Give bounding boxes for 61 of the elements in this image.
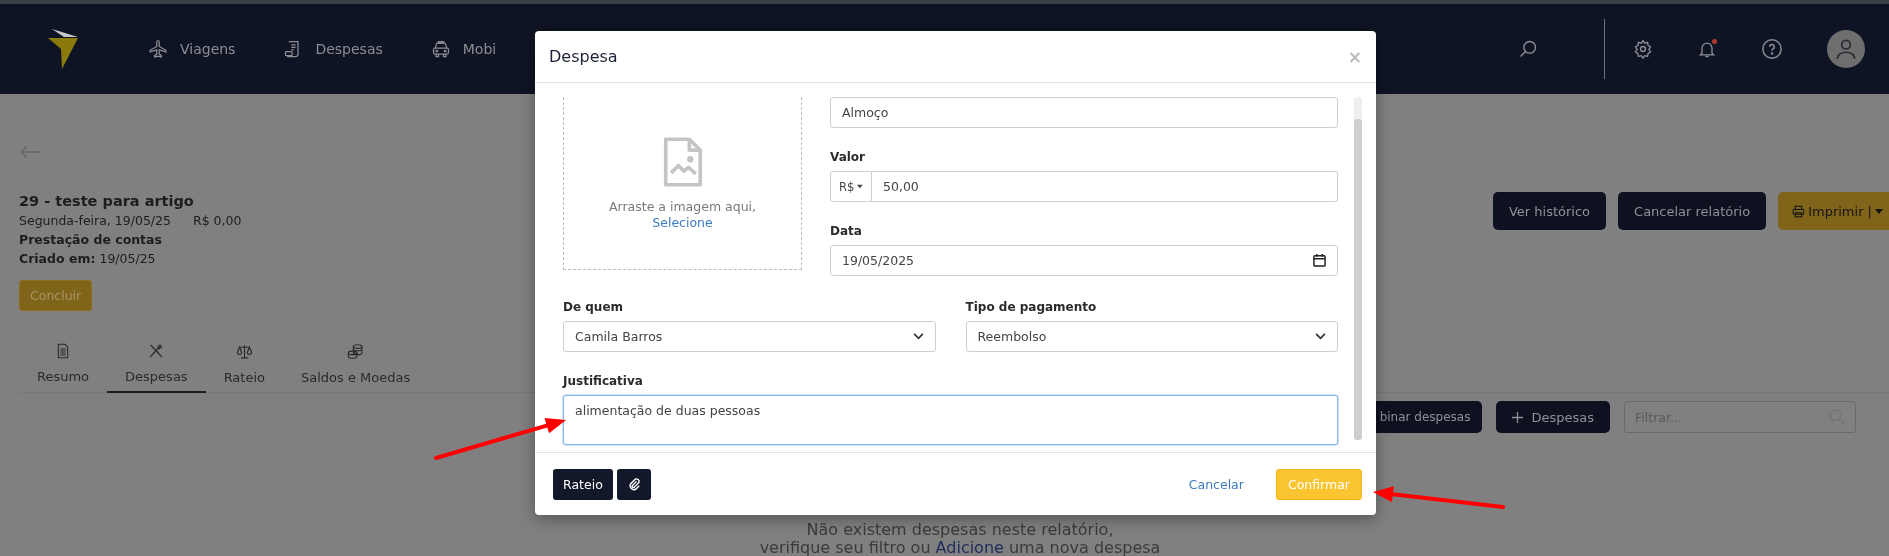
search-icon bbox=[1518, 39, 1538, 59]
description-field[interactable]: Almoço bbox=[830, 97, 1338, 128]
notification-button[interactable] bbox=[1697, 39, 1717, 59]
tab[interactable]: Rateio bbox=[205, 343, 283, 393]
field-label: Data bbox=[830, 224, 863, 238]
caret-icon bbox=[1875, 208, 1883, 214]
calendar-icon bbox=[1313, 254, 1326, 267]
help-button[interactable] bbox=[1761, 38, 1783, 60]
drop-hint: Arraste a imagem aqui, bbox=[609, 198, 756, 215]
attach-button[interactable] bbox=[616, 468, 651, 500]
report-date: Segunda-feira, 19/05/25 bbox=[19, 212, 171, 230]
paperclip-icon bbox=[626, 477, 641, 491]
settings-icon bbox=[1633, 39, 1653, 59]
empty-state-message: Não existem despesas neste relatório, verifique seu filtro ou Adicione uma nova despesa bbox=[758, 521, 1162, 556]
action-button[interactable]: Cancelar relatório bbox=[1618, 192, 1767, 230]
printer-icon bbox=[1792, 204, 1806, 218]
chevron-down-icon bbox=[912, 333, 924, 340]
plane-icon bbox=[148, 39, 168, 59]
justification-field[interactable]: alimentação de duas pessoas bbox=[563, 395, 1338, 445]
report-type: Prestação de contas bbox=[19, 231, 163, 249]
field-label: Valor bbox=[830, 150, 866, 164]
field-label: Tipo de pagamento bbox=[965, 300, 1098, 314]
select-link[interactable]: Selecione bbox=[652, 215, 713, 230]
nav-item[interactable]: Mobi bbox=[430, 39, 497, 59]
tab[interactable]: Resumo bbox=[19, 343, 108, 393]
help-icon bbox=[1761, 38, 1783, 60]
payer-select[interactable]: Camila Barros bbox=[563, 321, 936, 352]
settings-button[interactable] bbox=[1633, 39, 1653, 59]
currency-dropdown[interactable]: R$ bbox=[830, 171, 872, 202]
report-title: 29 - teste para artigo bbox=[19, 192, 195, 211]
chevron-down-icon bbox=[1315, 333, 1326, 340]
amount-field[interactable]: 50,00 bbox=[872, 171, 1338, 202]
date-field[interactable]: 19/05/2025 bbox=[830, 245, 1338, 276]
image-drop-zone[interactable]: Arraste a imagem aqui, Selecione bbox=[563, 97, 802, 270]
field-label: Justificativa bbox=[563, 374, 644, 388]
caret-icon bbox=[857, 184, 863, 189]
logo-icon[interactable] bbox=[48, 29, 78, 69]
payment-type-select[interactable]: Reembolso bbox=[965, 321, 1338, 352]
tab[interactable]: Saldos e Moedas bbox=[283, 343, 429, 393]
avatar-button[interactable] bbox=[1827, 30, 1865, 68]
created-date: Criado em: 19/05/25 bbox=[19, 250, 157, 268]
car-icon bbox=[430, 39, 451, 59]
coins-icon bbox=[347, 343, 365, 360]
action-button[interactable]: Ver histórico bbox=[1492, 192, 1607, 230]
print-button[interactable]: Imprimir | bbox=[1778, 192, 1889, 230]
add-expense-button[interactable]: Despesas bbox=[1496, 401, 1610, 433]
scale-icon bbox=[235, 343, 253, 360]
scrollbar[interactable] bbox=[1354, 97, 1362, 440]
report-amount: R$ 0,00 bbox=[192, 212, 242, 230]
dialog-title: Despesa bbox=[549, 47, 618, 66]
plus-icon bbox=[1512, 411, 1524, 423]
utensils-icon bbox=[148, 343, 165, 359]
nav-item[interactable]: Despesas bbox=[283, 39, 383, 59]
cancel-link[interactable]: Cancelar bbox=[1182, 475, 1250, 493]
image-file-icon bbox=[662, 136, 703, 188]
tab[interactable]: Despesas bbox=[107, 343, 206, 393]
nav-item[interactable]: Viagens bbox=[148, 39, 236, 59]
search-button[interactable] bbox=[1518, 39, 1538, 59]
add-link[interactable]: Adicione bbox=[935, 538, 1004, 556]
split-button[interactable]: Rateio bbox=[553, 468, 613, 500]
field-label: De quem bbox=[563, 300, 625, 314]
